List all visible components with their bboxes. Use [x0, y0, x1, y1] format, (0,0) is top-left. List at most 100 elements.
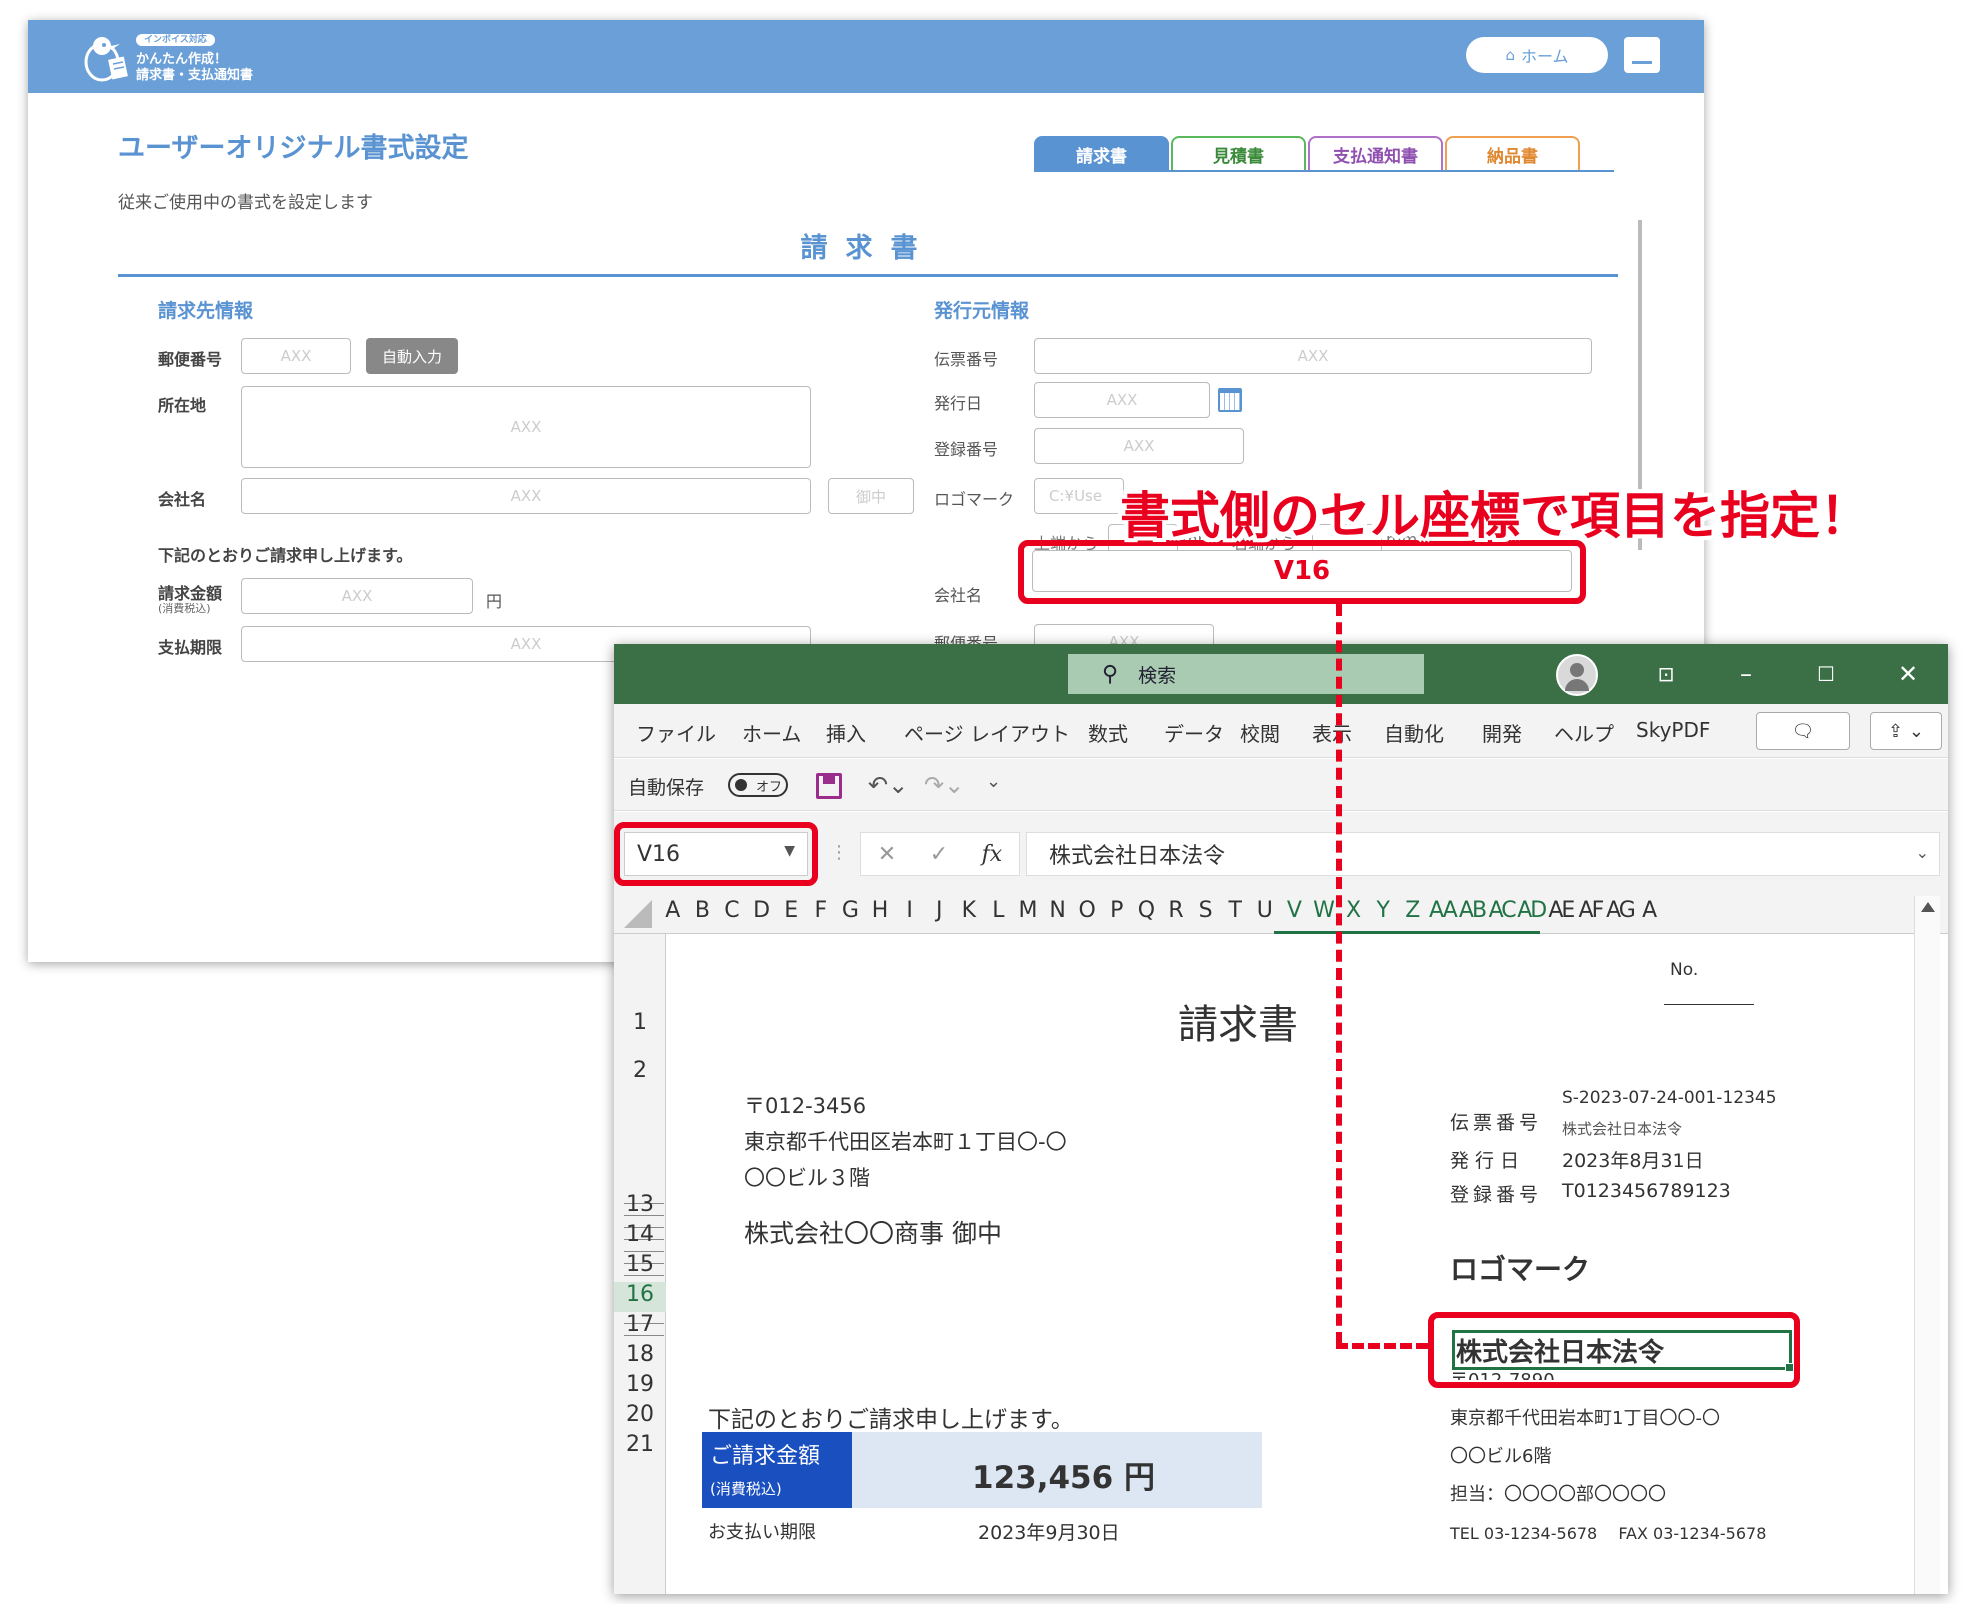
- column-header[interactable]: AA: [1428, 898, 1458, 923]
- slip-input[interactable]: AXX: [1034, 338, 1592, 374]
- logo-path-input[interactable]: C:¥Use: [1034, 478, 1124, 514]
- column-header[interactable]: Z: [1398, 898, 1428, 923]
- column-header[interactable]: U: [1250, 898, 1280, 923]
- insert-function-icon[interactable]: fx: [982, 842, 1003, 867]
- row-number[interactable]: 15: [614, 1252, 666, 1282]
- menu-developer[interactable]: 開発: [1482, 718, 1522, 747]
- column-header[interactable]: C: [717, 898, 747, 923]
- row-number[interactable]: 20: [614, 1402, 666, 1432]
- column-header[interactable]: V: [1280, 898, 1310, 923]
- column-header[interactable]: N: [1043, 898, 1073, 923]
- menu-help[interactable]: ヘルプ: [1554, 718, 1614, 747]
- billing-company-input[interactable]: AXX: [241, 478, 811, 514]
- column-header[interactable]: D: [747, 898, 777, 923]
- column-header[interactable]: P: [1102, 898, 1132, 923]
- reg-no-input[interactable]: AXX: [1034, 428, 1244, 464]
- column-header[interactable]: AC: [1487, 898, 1517, 923]
- menu-review[interactable]: 校閲: [1240, 718, 1280, 747]
- customize-qat-icon[interactable]: ⌄: [986, 771, 1001, 792]
- auto-fill-button[interactable]: 自動入力: [366, 338, 458, 374]
- maximize-icon[interactable]: ☐: [1804, 652, 1848, 696]
- column-header[interactable]: F: [806, 898, 836, 923]
- row-number[interactable]: 2: [614, 1058, 666, 1088]
- row-number[interactable]: 18: [614, 1342, 666, 1372]
- column-header[interactable]: O: [1072, 898, 1102, 923]
- menu-home[interactable]: ホーム: [742, 718, 801, 747]
- column-header[interactable]: W: [1309, 898, 1339, 923]
- column-header[interactable]: X: [1339, 898, 1369, 923]
- tab-payment-notice[interactable]: 支払通知書: [1308, 136, 1443, 170]
- menu-view[interactable]: 表示: [1312, 718, 1352, 747]
- honorific-button[interactable]: 御中: [828, 478, 914, 514]
- user-avatar-icon[interactable]: [1556, 654, 1598, 696]
- menu-skypdf[interactable]: SkyPDF: [1636, 718, 1710, 742]
- column-header[interactable]: AB: [1457, 898, 1487, 923]
- column-header[interactable]: AD: [1516, 898, 1547, 923]
- column-header[interactable]: Y: [1368, 898, 1398, 923]
- issue-date-label: 発行日: [934, 394, 983, 413]
- column-header[interactable]: K: [954, 898, 984, 923]
- column-header[interactable]: A: [658, 898, 688, 923]
- comments-icon[interactable]: 🗨: [1756, 712, 1850, 750]
- undo-icon[interactable]: ↶⌄: [868, 771, 908, 799]
- column-header[interactable]: S: [1191, 898, 1221, 923]
- cancel-icon[interactable]: ✕: [878, 842, 896, 867]
- row-number[interactable]: 17: [614, 1312, 666, 1342]
- app-logo[interactable]: インボイス対応 かんたん作成！ 請求書・支払通知書: [80, 30, 310, 86]
- scroll-up-icon[interactable]: [1921, 902, 1935, 912]
- share-icon[interactable]: ⇪ ⌄: [1870, 712, 1942, 750]
- menu-insert[interactable]: 挿入: [826, 718, 866, 747]
- menu-page-layout[interactable]: ページ レイアウト: [904, 718, 1070, 747]
- calendar-icon[interactable]: [1218, 388, 1242, 412]
- column-header[interactable]: J: [924, 898, 954, 923]
- excel-search-box[interactable]: ⚲ 検索: [1068, 654, 1424, 694]
- tab-invoice[interactable]: 請求書: [1034, 136, 1169, 170]
- ribbon-display-icon[interactable]: ⊡: [1644, 652, 1688, 696]
- column-header[interactable]: I: [895, 898, 925, 923]
- menu-automate[interactable]: 自動化: [1384, 718, 1444, 747]
- column-header[interactable]: Q: [1132, 898, 1162, 923]
- column-header[interactable]: M: [1013, 898, 1043, 923]
- row-number[interactable]: 16: [614, 1282, 666, 1312]
- row-number[interactable]: 19: [614, 1372, 666, 1402]
- menu-file[interactable]: ファイル: [636, 718, 716, 747]
- row-number[interactable]: 13: [614, 1192, 666, 1222]
- row-number[interactable]: 21: [614, 1432, 666, 1462]
- save-icon[interactable]: [816, 773, 842, 799]
- billing-postal-input[interactable]: AXX: [241, 338, 351, 374]
- column-header[interactable]: R: [1161, 898, 1191, 923]
- excel-vertical-scrollbar[interactable]: [1914, 896, 1940, 1594]
- expand-formula-icon[interactable]: ⌄: [1916, 843, 1929, 862]
- menu-data[interactable]: データ: [1164, 718, 1224, 747]
- minimize-icon[interactable]: –: [1724, 652, 1768, 696]
- column-header[interactable]: H: [865, 898, 895, 923]
- column-header[interactable]: T: [1220, 898, 1250, 923]
- column-header[interactable]: AG: [1605, 898, 1636, 923]
- column-header[interactable]: AE: [1546, 898, 1576, 923]
- home-button[interactable]: ⌂ ホーム: [1466, 37, 1608, 73]
- menu-formulas[interactable]: 数式: [1088, 718, 1128, 747]
- tab-estimate[interactable]: 見積書: [1171, 136, 1306, 170]
- sheet-to-company: 株式会社〇〇商事 御中: [744, 1219, 1002, 1248]
- logo-mark-label: ロゴマーク: [934, 490, 1015, 509]
- search-placeholder: 検索: [1138, 664, 1177, 687]
- redo-icon[interactable]: ↷⌄: [924, 771, 964, 799]
- billing-address-input[interactable]: AXX: [241, 386, 811, 468]
- row-number[interactable]: 1: [614, 1010, 666, 1040]
- column-header[interactable]: L: [984, 898, 1014, 923]
- tab-delivery-note[interactable]: 納品書: [1445, 136, 1580, 170]
- column-header[interactable]: G: [836, 898, 866, 923]
- column-header[interactable]: AF: [1576, 898, 1606, 923]
- column-header[interactable]: A: [1635, 898, 1665, 923]
- minimize-panel-button[interactable]: [1624, 37, 1660, 73]
- column-header[interactable]: B: [688, 898, 718, 923]
- formula-input[interactable]: 株式会社日本法令 ⌄: [1026, 832, 1940, 876]
- autosave-toggle[interactable]: オフ: [728, 773, 788, 797]
- row-number[interactable]: 14: [614, 1222, 666, 1252]
- amount-input[interactable]: AXX: [241, 578, 473, 614]
- enter-icon[interactable]: ✓: [930, 842, 948, 867]
- select-all-corner[interactable]: [624, 900, 652, 928]
- column-header[interactable]: E: [776, 898, 806, 923]
- close-icon[interactable]: ✕: [1886, 652, 1930, 696]
- issue-date-input[interactable]: AXX: [1034, 382, 1210, 418]
